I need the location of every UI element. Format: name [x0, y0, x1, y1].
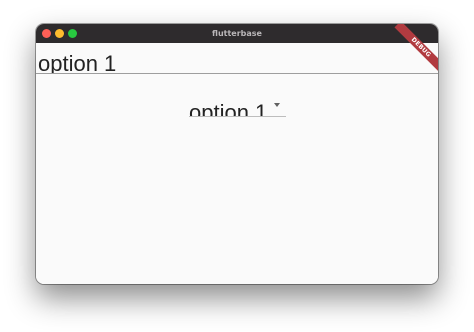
minimize-window-button[interactable] — [55, 29, 64, 38]
close-window-button[interactable] — [42, 29, 51, 38]
zoom-window-button[interactable] — [68, 29, 77, 38]
title-bar[interactable]: flutterbase — [36, 24, 438, 43]
top-option-select[interactable]: option 1 — [36, 43, 438, 74]
arrow-drop-down-icon — [274, 103, 280, 107]
app-content: option 1 option 1 — [36, 43, 438, 284]
app-window: flutterbase option 1 option 1 DEBUG — [36, 24, 438, 284]
top-option-select-value: option 1 — [38, 51, 117, 74]
option-dropdown-value: option 1 — [189, 100, 268, 117]
window-title: flutterbase — [212, 29, 262, 38]
option-dropdown[interactable]: option 1 — [189, 100, 286, 117]
